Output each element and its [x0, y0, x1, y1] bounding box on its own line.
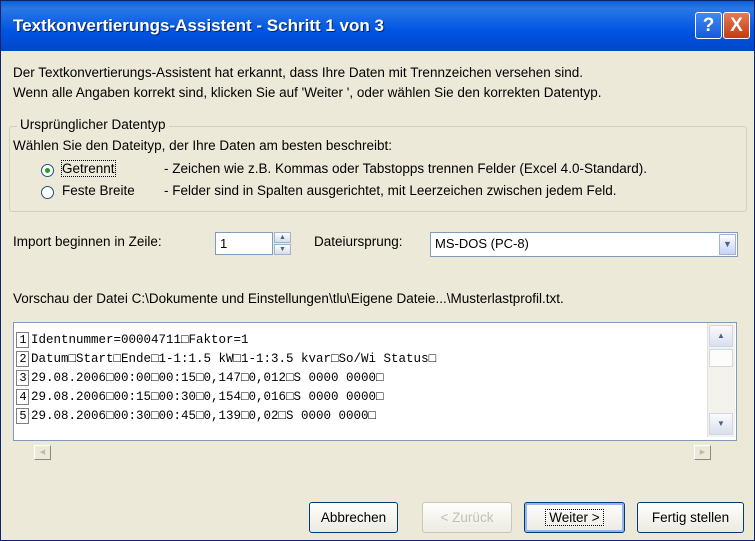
preview-label: Vorschau der Datei C:\Dokumente und Eins…	[13, 291, 564, 306]
chevron-down-icon[interactable]: ▼	[719, 234, 736, 255]
preview-row: 4 29.08.2006□00:15□00:30□0,154□0,016□S 00…	[16, 388, 384, 406]
file-preview-panel[interactable]: 1 Identnummer=00004711□Faktor=1 2 Datum□St…	[13, 322, 737, 441]
scroll-down-icon[interactable]: ▼	[709, 413, 733, 435]
preview-row: 2 Datum□Start□Ende□1-1:1.5 kW□1-1:3.5 kva…	[16, 350, 436, 368]
scroll-thumb[interactable]	[709, 349, 733, 367]
radio-selected-dot	[45, 168, 50, 173]
radio-fixed-width[interactable]	[41, 186, 54, 199]
preview-row-text: 29.08.2006□00:15□00:30□0,154□0,016□S 000…	[31, 390, 384, 404]
intro-text-line-1: Der Textkonvertierungs-Assistent hat erk…	[13, 65, 584, 80]
datatype-prompt: Wählen Sie den Dateityp, der Ihre Daten …	[13, 138, 392, 153]
spinner-up-icon[interactable]: ▲	[274, 232, 291, 243]
question-mark-icon: ?	[702, 15, 715, 36]
preview-horizontal-scrollbar[interactable]: ◀ ▶	[34, 445, 711, 460]
title-bar[interactable]: Textkonvertierungs-Assistent - Schritt 1…	[1, 1, 754, 51]
intro-text-line-2: Wenn alle Angaben korrekt sind, klicken …	[13, 85, 602, 100]
option-description-fixed-width: - Felder sind in Spalten ausgerichtet, m…	[164, 183, 617, 198]
preview-row-text: 29.08.2006□00:30□00:45□0,139□0,02□S 0000…	[31, 409, 377, 423]
preview-row-text: Identnummer=00004711□Faktor=1	[31, 333, 249, 347]
spinner-down-icon[interactable]: ▼	[274, 244, 291, 255]
scroll-left-icon[interactable]: ◀	[34, 445, 51, 460]
row-number: 1	[16, 332, 29, 348]
radio-delimited[interactable]	[41, 164, 54, 177]
scroll-right-icon[interactable]: ▶	[694, 445, 711, 460]
preview-vertical-scrollbar[interactable]: ▲ ▼	[707, 323, 735, 437]
preview-row: 5 29.08.2006□00:30□00:45□0,139□0,02□S 000…	[16, 407, 376, 425]
file-origin-label: Dateiursprung:	[314, 234, 403, 249]
import-start-row-input[interactable]: 1	[215, 232, 273, 255]
row-number: 3	[16, 370, 29, 386]
row-number: 5	[16, 408, 29, 424]
preview-row-text: 29.08.2006□00:00□00:15□0,147□0,012□S 000…	[31, 371, 384, 385]
window-title: Textkonvertierungs-Assistent - Schritt 1…	[13, 16, 384, 35]
row-number: 2	[16, 351, 29, 367]
datatype-group-title: Ursprünglicher Datentyp	[17, 117, 169, 132]
text-import-wizard-dialog: Textkonvertierungs-Assistent - Schritt 1…	[0, 0, 755, 541]
close-button[interactable]: X	[723, 12, 750, 39]
file-origin-select[interactable]: MS-DOS (PC-8)	[430, 232, 738, 257]
option-label-delimited[interactable]: Getrennt	[61, 160, 116, 177]
preview-row-text: Datum□Start□Ende□1-1:1.5 kW□1-1:3.5 kvar…	[31, 352, 437, 366]
back-button[interactable]: < Zurück	[422, 502, 512, 533]
preview-row: 1 Identnummer=00004711□Faktor=1	[16, 331, 249, 349]
finish-button[interactable]: Fertig stellen	[637, 502, 744, 533]
scroll-up-icon[interactable]: ▲	[709, 325, 733, 347]
import-start-spinner[interactable]: ▲ ▼	[274, 232, 291, 255]
option-description-delimited: - Zeichen wie z.B. Kommas oder Tabstopps…	[164, 161, 647, 176]
row-number: 4	[16, 389, 29, 405]
preview-row: 3 29.08.2006□00:00□00:15□0,147□0,012□S 00…	[16, 369, 384, 387]
help-button[interactable]: ?	[695, 12, 722, 39]
option-label-fixed-width[interactable]: Feste Breite	[62, 183, 135, 198]
cancel-button[interactable]: Abbrechen	[309, 502, 398, 533]
import-start-label: Import beginnen in Zeile:	[13, 234, 162, 249]
close-icon: X	[730, 15, 743, 36]
next-button[interactable]: Weiter >	[524, 502, 625, 533]
